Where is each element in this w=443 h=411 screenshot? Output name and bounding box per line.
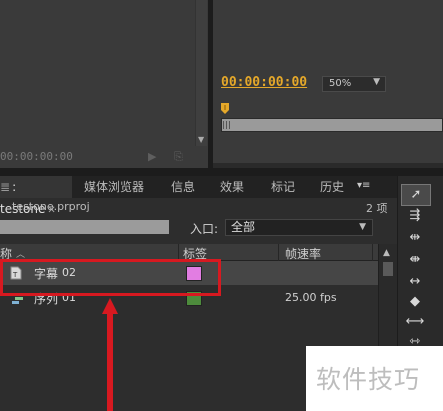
panel-divider[interactable] [0,168,443,176]
tab-label: 历史 [320,180,345,194]
tab-markers[interactable]: 标记 [271,176,295,198]
tab-history[interactable]: 历史 [320,176,344,198]
timeline-scrubber[interactable] [221,118,443,132]
annotation-arrow-icon [102,298,118,411]
source-monitor-panel [0,0,208,168]
item-count: 2 项 [366,202,388,215]
scrubber-grip[interactable] [223,121,232,129]
rolling-edit-icon[interactable]: ⇼ [401,250,429,270]
razor-icon[interactable]: ◆ [401,292,429,312]
tab-effects[interactable]: 效果 [220,176,244,198]
tab-label: 信息 [171,180,196,194]
export-frame-icon[interactable]: ⎘ [174,150,183,164]
panel-menu-icon[interactable]: ▾≡ [357,180,370,191]
watermark-text: 软件技巧 [316,365,421,394]
tab-info[interactable]: 信息 [171,176,195,198]
slip-icon[interactable]: ⟷ [401,312,429,332]
zoom-value: 50% [329,78,352,89]
scroll-up-icon[interactable]: ▲ [383,248,390,258]
tab-project-grip: ≣ [0,180,11,194]
tab-project[interactable]: ≣: testone ✕ [0,176,72,216]
column-divider[interactable] [372,244,373,261]
camera-icon[interactable]: ▶︎ [148,150,156,163]
project-tabbar: ≣: testone ✕ 媒体浏览器 信息 效果 标记 历史 [0,176,397,216]
playhead-icon[interactable] [221,103,229,117]
tab-label: 标记 [271,180,296,194]
search-input[interactable] [0,220,169,234]
column-divider[interactable] [278,244,279,261]
program-timecode[interactable]: 00:00:00:00 [221,75,307,90]
rate-stretch-icon[interactable]: ↔ [401,272,429,292]
annotation-highlight-box [0,259,221,296]
tab-media-browser[interactable]: 媒体浏览器 [84,176,144,198]
track-select-icon[interactable]: ⇶ [401,206,429,226]
item-framerate: 25.00 fps [285,291,337,304]
source-timecode: 00:00:00:00 [0,150,73,163]
tab-label: 媒体浏览器 [84,180,145,194]
tab-label: 效果 [220,180,245,194]
inpoint-label: 入口: [190,222,219,236]
inpoint-value: 全部 [231,220,256,234]
chevron-down-icon: ▼ [359,222,366,232]
column-framerate[interactable]: 帧速率 [285,245,321,262]
selection-tool-icon[interactable]: ➚ [401,184,431,206]
inpoint-select[interactable]: 全部 ▼ [225,219,373,236]
project-filename: testone.prproj [12,200,90,213]
zoom-select[interactable]: 50% ▼ [322,76,386,92]
ripple-edit-icon[interactable]: ⇹ [401,228,429,248]
chevron-down-icon: ▼ [373,77,380,87]
scroll-down-icon[interactable]: ▼ [198,135,204,144]
scroll-thumb[interactable] [383,262,393,276]
source-scrollbar[interactable]: ▼ [195,0,207,146]
